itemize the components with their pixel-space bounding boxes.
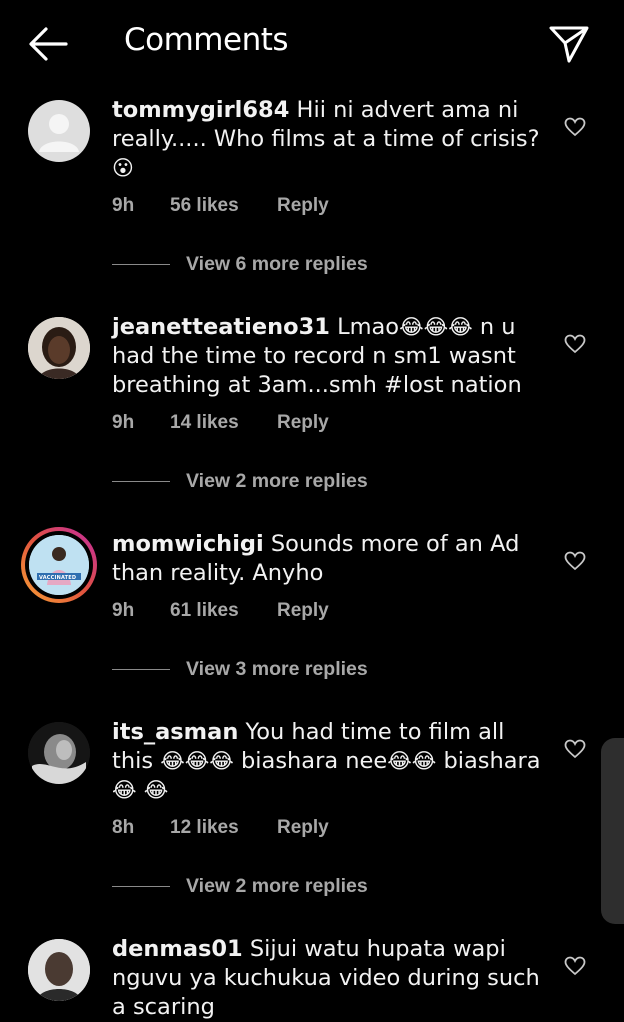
reply-button[interactable]: Reply <box>277 195 329 217</box>
view-replies-label[interactable]: View 6 more replies <box>186 253 368 276</box>
emoji: 😂😂 <box>387 749 437 773</box>
view-replies-label[interactable]: View 3 more replies <box>186 658 368 681</box>
avatar[interactable] <box>28 939 90 1001</box>
comment-text: its_asman You had time to film all this … <box>112 718 552 805</box>
comment-username[interactable]: jeanetteatieno31 <box>112 314 330 340</box>
header-bar: Comments <box>0 0 624 88</box>
divider <box>112 264 170 265</box>
heart-icon[interactable] <box>564 117 586 137</box>
divider <box>112 669 170 670</box>
view-replies-label[interactable]: View 2 more replies <box>186 470 368 493</box>
emoji: 😮 <box>112 156 134 180</box>
comment-meta: 9h 61 likes Reply <box>112 600 329 622</box>
story-ring[interactable]: VACCINATED <box>21 527 97 603</box>
reply-button[interactable]: Reply <box>277 412 329 434</box>
reply-button[interactable]: Reply <box>277 600 329 622</box>
comment-text: jeanetteatieno31 Lmao😂😂😂 n u had the tim… <box>112 313 552 400</box>
vaccinated-badge: VACCINATED <box>39 575 77 581</box>
comment-message: Lmao <box>337 314 400 340</box>
heart-icon[interactable] <box>564 551 586 571</box>
comment-meta: 9h 56 likes Reply <box>112 195 329 217</box>
profile-photo <box>29 535 89 595</box>
divider <box>112 481 170 482</box>
comment-username[interactable]: denmas01 <box>112 936 243 962</box>
avatar[interactable] <box>28 317 90 379</box>
comment-likes[interactable]: 56 likes <box>170 195 277 217</box>
divider <box>112 886 170 887</box>
comment-time: 8h <box>112 817 135 838</box>
profile-photo <box>28 317 90 379</box>
send-icon[interactable] <box>548 24 590 64</box>
view-replies-label[interactable]: View 2 more replies <box>186 875 368 898</box>
default-avatar-icon <box>39 114 79 152</box>
comment-username[interactable]: momwichigi <box>112 531 264 557</box>
avatar <box>29 535 89 595</box>
emoji: 😂 <box>112 778 137 802</box>
comment-likes[interactable]: 12 likes <box>170 817 277 839</box>
emoji: 😂 <box>143 778 169 802</box>
emoji: 😂😂😂 <box>399 315 473 339</box>
comment-time: 9h <box>112 195 135 216</box>
comment-meta: 9h 14 likes Reply <box>112 412 329 434</box>
avatar[interactable] <box>28 100 90 162</box>
scroll-handle[interactable] <box>601 738 624 924</box>
comment-text: denmas01 Sijui watu hupata wapi nguvu ya… <box>112 935 552 1022</box>
avatar[interactable] <box>28 722 90 784</box>
comment-likes[interactable]: 14 likes <box>170 412 277 434</box>
heart-icon[interactable] <box>564 334 586 354</box>
page-title: Comments <box>124 22 289 58</box>
comment-username[interactable]: tommygirl684 <box>112 97 289 123</box>
comment-likes[interactable]: 61 likes <box>170 600 277 622</box>
comment-time: 9h <box>112 600 135 621</box>
comment-meta: 8h 12 likes Reply <box>112 817 329 839</box>
heart-icon[interactable] <box>564 956 586 976</box>
emoji: 😂😂😂 <box>160 749 234 773</box>
profile-photo <box>28 722 90 784</box>
comment-username[interactable]: its_asman <box>112 719 238 745</box>
comment-text: tommygirl684 Hii ni advert ama ni really… <box>112 96 552 183</box>
comment-time: 9h <box>112 412 135 433</box>
comment-message: biashara <box>436 748 541 774</box>
comment-message: biashara nee <box>233 748 388 774</box>
arrow-left-icon[interactable] <box>26 24 70 64</box>
reply-button[interactable]: Reply <box>277 817 329 839</box>
comment-text: momwichigi Sounds more of an Ad than rea… <box>112 530 552 588</box>
profile-photo <box>28 939 90 1001</box>
heart-icon[interactable] <box>564 739 586 759</box>
